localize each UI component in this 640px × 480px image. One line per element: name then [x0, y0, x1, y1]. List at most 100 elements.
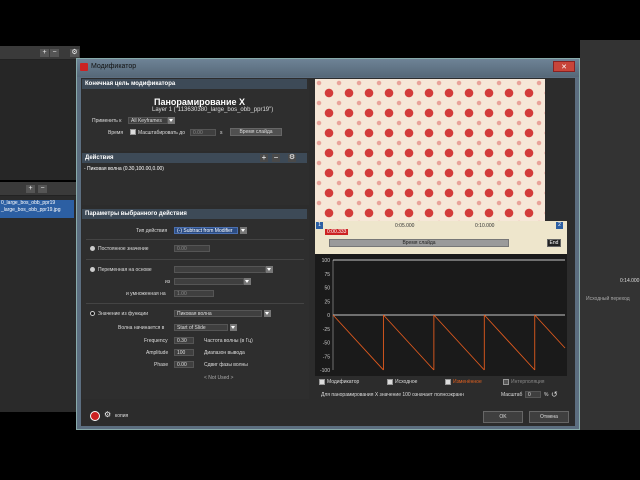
var-radio[interactable] [90, 267, 95, 272]
bg-add-button-2[interactable]: + [26, 185, 35, 193]
slide-time-button[interactable]: Время слайда [230, 128, 282, 136]
chevron-down-icon[interactable] [230, 324, 237, 331]
zoom-reset-icon[interactable]: ↺ [551, 390, 558, 399]
bg-left-panel [0, 60, 76, 180]
chevron-down-icon[interactable] [240, 227, 247, 234]
scale-unit: s [220, 130, 223, 136]
target-pane: Конечная цель модификатора Панорамирован… [82, 79, 309, 151]
keyframe-marker-1[interactable]: 1 [316, 222, 323, 229]
not-used-label: < Not Used > [204, 375, 234, 381]
timeline-tick-mid: 0:05.000 [395, 223, 415, 229]
slide-time-bar[interactable]: Время слайда [329, 239, 509, 247]
target-header: Конечная цель модификатора [82, 79, 307, 89]
phase-input[interactable]: 0.00 [174, 361, 194, 368]
graph-y-tick: 75 [324, 272, 330, 278]
timeline[interactable]: 1 2 0:05.000 0:10.000 0:00.333 Время сла… [315, 221, 567, 254]
action-list-item[interactable]: - Пиковая волна (0.30,100.00,0.00) [84, 166, 164, 172]
legend-interp-checkbox[interactable] [503, 379, 509, 385]
func-select[interactable]: Пиковая волна [174, 310, 262, 317]
chevron-down-icon[interactable] [264, 310, 271, 317]
modifier-dialog: Модификатор ✕ Конечная цель модификатора… [76, 58, 580, 430]
const-input[interactable]: 0.00 [174, 245, 210, 252]
const-label: Постоянное значение [98, 246, 149, 252]
remove-action-button[interactable]: − [272, 154, 280, 162]
from-select[interactable] [174, 278, 244, 285]
close-button[interactable]: ✕ [553, 61, 575, 72]
legend-modified-checkbox[interactable] [445, 379, 451, 385]
scale-checkbox[interactable] [130, 129, 136, 135]
zoom-unit: % [544, 392, 549, 398]
bg-remove-button-2[interactable]: − [38, 185, 47, 193]
mult-label: и умноженная на [126, 291, 166, 297]
bg-file-item[interactable]: 0_large_bos_obb_ppr19 _large_bos_obb_ppr… [0, 200, 74, 218]
action-type-label: Тип действия [136, 228, 168, 234]
bg-right-panel [580, 40, 640, 430]
scale-label: Масштабировать до [138, 130, 185, 136]
divider [86, 303, 304, 304]
chevron-down-icon[interactable] [244, 278, 251, 285]
legend-modifier-checkbox[interactable] [319, 379, 325, 385]
graph-y-tick: 0 [327, 313, 330, 319]
ok-button[interactable]: OK [483, 411, 523, 423]
graph-modified-series [332, 314, 566, 371]
amp-desc: Диапазон вывода [204, 350, 245, 356]
graph-y-tick: 25 [324, 299, 330, 305]
bg-file-list [0, 196, 76, 412]
const-radio[interactable] [90, 246, 95, 251]
status-text: Для панорамирования X значение 100 означ… [321, 392, 464, 398]
record-icon[interactable] [90, 411, 100, 421]
freq-desc: Частота волны (в Гц) [204, 338, 253, 344]
target-layer: Layer 1 ("113630380_large_bos_obb_ppr19"… [152, 107, 274, 113]
from-label: из [165, 279, 171, 285]
copy-label[interactable]: копия [115, 413, 128, 419]
wave-start-select[interactable]: Start of Slide [174, 324, 228, 331]
bg-gear-icon[interactable]: ⚙ [70, 49, 79, 57]
actions-pane: Действия + − ⚙ - Пиковая волна (0.30,100… [82, 153, 309, 205]
amp-label: Amplitude [146, 350, 169, 356]
scale-input[interactable]: 0.00 [190, 129, 216, 136]
bg-bottom [0, 430, 640, 480]
cancel-button[interactable]: Отмена [529, 411, 569, 423]
params-pane: Параметры выбранного действия Тип действ… [82, 209, 309, 399]
freq-label: Frequency [144, 338, 168, 344]
gear-icon[interactable]: ⚙ [288, 154, 296, 162]
wave-graph-svg: 100 75 50 25 0 -25 -50 -75 -100 [320, 258, 566, 374]
legend-interp-label: Интерполяция [511, 379, 545, 385]
bg-remove-button[interactable]: − [50, 49, 59, 57]
func-radio[interactable] [90, 311, 95, 316]
legend-modifier-label: Модификатор [327, 379, 360, 385]
timeline-tick-end: 0:10.000 [475, 223, 495, 229]
target-title: Панорамирование X [154, 97, 245, 107]
chevron-down-icon[interactable] [168, 117, 175, 124]
func-label: Значение из функции [98, 311, 148, 317]
legend-source-checkbox[interactable] [387, 379, 393, 385]
amp-input[interactable]: 100 [174, 349, 194, 356]
end-button[interactable]: End [547, 239, 561, 247]
legend-source-label: Исходное [395, 379, 418, 385]
apply-select[interactable]: All Keyframes [128, 117, 168, 124]
add-action-button[interactable]: + [260, 154, 268, 162]
app-icon [80, 63, 88, 71]
divider [86, 259, 304, 260]
chevron-down-icon[interactable] [266, 266, 273, 273]
screen: + − ⚙ + − 0_large_bos_obb_ppr19 _large_b… [0, 0, 640, 480]
mult-input[interactable]: 1.00 [174, 290, 214, 297]
graph-y-tick: -75 [323, 354, 330, 360]
zoom-label: Масштаб [501, 392, 523, 398]
graph-y-tick: -100 [320, 368, 330, 374]
settings-icon[interactable]: ⚙ [104, 410, 111, 419]
graph-y-tick: -50 [323, 341, 330, 347]
phase-desc: Сдвиг фазы волны [204, 362, 248, 368]
freq-input[interactable]: 0.30 [174, 337, 194, 344]
legend-modified-label: Изменённое [453, 379, 482, 385]
keyframe-marker-2[interactable]: 2 [556, 222, 563, 229]
dialog-titlebar[interactable]: Модификатор ✕ [77, 59, 579, 77]
zoom-input[interactable]: 0 [525, 391, 541, 398]
var-label: Переменная на основе [98, 267, 152, 273]
bg-add-button[interactable]: + [40, 49, 49, 57]
bg-file-name-2: _large_bos_obb_ppr19.jpg [1, 207, 61, 213]
var-select[interactable] [174, 266, 266, 273]
action-type-select[interactable]: (-) Subtract from Modifier [174, 227, 238, 234]
current-time-badge: 0:00.333 [325, 229, 349, 235]
divider [86, 239, 304, 240]
